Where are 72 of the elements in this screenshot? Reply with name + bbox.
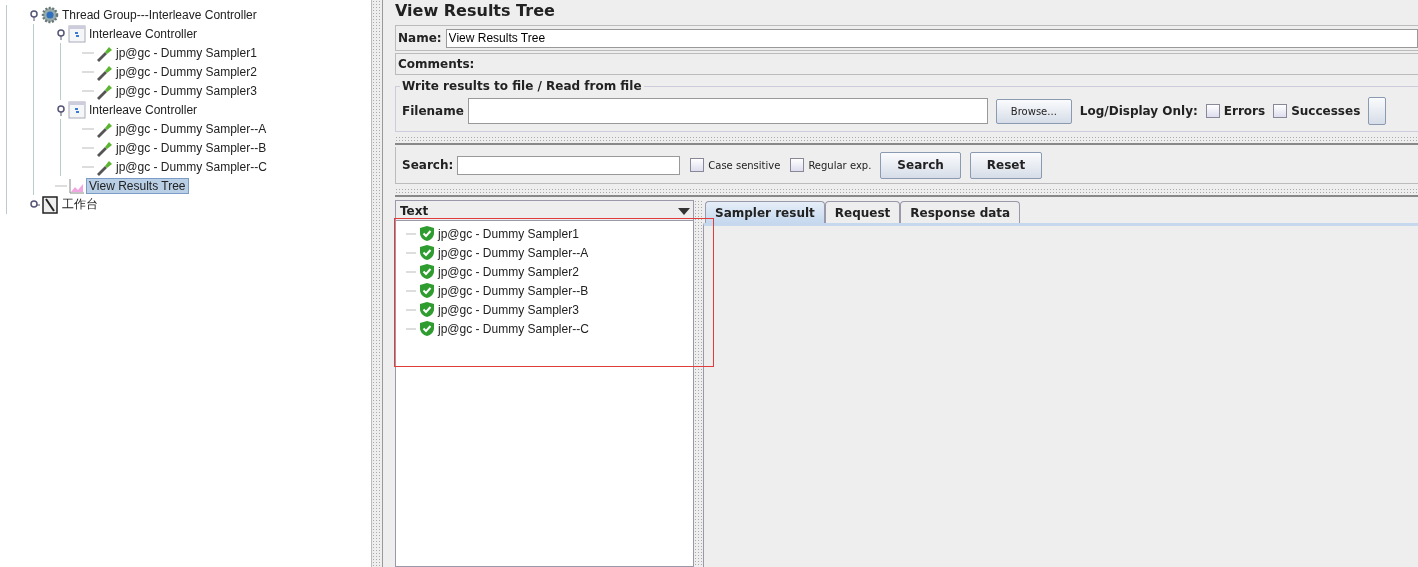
search-field[interactable] bbox=[457, 155, 681, 175]
tree-node-label[interactable]: jp@gc - Dummy Sampler--B bbox=[113, 139, 270, 156]
result-item[interactable]: jp@gc - Dummy Sampler3 bbox=[438, 302, 579, 317]
browse-button[interactable]: Browse... bbox=[995, 98, 1072, 124]
filename-label: Filename bbox=[402, 104, 464, 118]
connector-line bbox=[82, 89, 94, 92]
toolbar-button[interactable]: Search bbox=[880, 151, 961, 179]
tree-node-label[interactable]: Interleave Controller bbox=[86, 101, 201, 118]
checkbox[interactable] bbox=[1205, 104, 1220, 118]
expand-handle-icon[interactable] bbox=[55, 103, 67, 116]
tree-node-label[interactable]: jp@gc - Dummy Sampler1 bbox=[113, 44, 260, 61]
shield-check-icon bbox=[420, 302, 434, 317]
tree-node-label[interactable]: jp@gc - Dummy Sampler--A bbox=[113, 120, 270, 137]
shield-check-icon bbox=[420, 226, 434, 241]
shield-check-icon bbox=[420, 245, 434, 260]
connector-line bbox=[82, 165, 94, 168]
group-title: Write results to file / Read from file bbox=[401, 79, 643, 93]
tab[interactable]: Request bbox=[824, 201, 901, 223]
filename-field[interactable] bbox=[467, 98, 988, 124]
connector-line bbox=[82, 51, 94, 54]
checkbox-label: Case sensitive bbox=[708, 159, 781, 171]
connector-line bbox=[55, 184, 67, 187]
connector-line bbox=[406, 289, 416, 292]
tree-node-label[interactable]: jp@gc - Dummy Sampler2 bbox=[113, 63, 260, 80]
tree-node-label[interactable]: View Results Tree bbox=[86, 177, 189, 194]
name-label: Name: bbox=[398, 31, 442, 45]
shield-check-icon bbox=[420, 283, 434, 298]
tab[interactable]: Response data bbox=[900, 201, 1021, 223]
checkbox[interactable] bbox=[790, 158, 805, 172]
result-item[interactable]: jp@gc - Dummy Sampler--A bbox=[438, 245, 589, 260]
connector-line bbox=[406, 327, 416, 330]
gear-icon bbox=[41, 5, 59, 24]
checkbox[interactable] bbox=[1273, 104, 1288, 118]
comments-label: Comments: bbox=[398, 57, 475, 71]
splitter-bar[interactable] bbox=[372, 0, 383, 567]
notepad-icon bbox=[41, 195, 59, 214]
expand-handle-icon[interactable] bbox=[28, 8, 40, 21]
expand-handle-icon[interactable] bbox=[55, 27, 67, 40]
button[interactable] bbox=[1368, 97, 1387, 125]
shield-check-icon bbox=[420, 321, 434, 336]
result-item[interactable]: jp@gc - Dummy Sampler--C bbox=[438, 321, 589, 336]
connector-line bbox=[406, 232, 416, 235]
controller-icon bbox=[68, 24, 86, 43]
expand-handle-icon[interactable] bbox=[28, 198, 40, 211]
connector-line bbox=[406, 308, 416, 311]
panel-title: View Results Tree bbox=[395, 0, 556, 22]
connector-line bbox=[82, 127, 94, 130]
checkbox-label: Regular exp. bbox=[808, 159, 872, 171]
result-item[interactable]: jp@gc - Dummy Sampler--B bbox=[438, 283, 589, 298]
checkbox[interactable] bbox=[690, 158, 705, 172]
connector-line bbox=[406, 270, 416, 273]
search-label: Search: bbox=[402, 158, 454, 172]
result-item[interactable]: jp@gc - Dummy Sampler2 bbox=[438, 264, 579, 279]
shield-check-icon bbox=[420, 264, 434, 279]
tab[interactable]: Sampler result bbox=[705, 201, 825, 223]
tree-node-label[interactable]: 工作台 bbox=[59, 195, 101, 214]
chart-icon bbox=[68, 176, 86, 195]
tree-node-label[interactable]: Interleave Controller bbox=[86, 25, 201, 42]
checkbox-label: Errors bbox=[1223, 104, 1266, 118]
toolbar-button[interactable]: Reset bbox=[969, 151, 1043, 179]
result-item[interactable]: jp@gc - Dummy Sampler1 bbox=[438, 226, 579, 241]
tree-node-label[interactable]: jp@gc - Dummy Sampler3 bbox=[113, 82, 260, 99]
name-field[interactable]: View Results Tree bbox=[445, 28, 1418, 48]
controller-icon bbox=[68, 100, 86, 119]
connector-line bbox=[406, 251, 416, 254]
connector-line bbox=[82, 146, 94, 149]
log-display-label: Log/Display Only: bbox=[1079, 104, 1198, 118]
checkbox-label: Successes bbox=[1291, 104, 1361, 118]
tree-node-label[interactable]: jp@gc - Dummy Sampler--C bbox=[113, 158, 270, 175]
column-header: Text bbox=[400, 203, 429, 218]
connector-line bbox=[82, 70, 94, 73]
tree-node-label[interactable]: Thread Group---Interleave Controller bbox=[59, 6, 260, 23]
